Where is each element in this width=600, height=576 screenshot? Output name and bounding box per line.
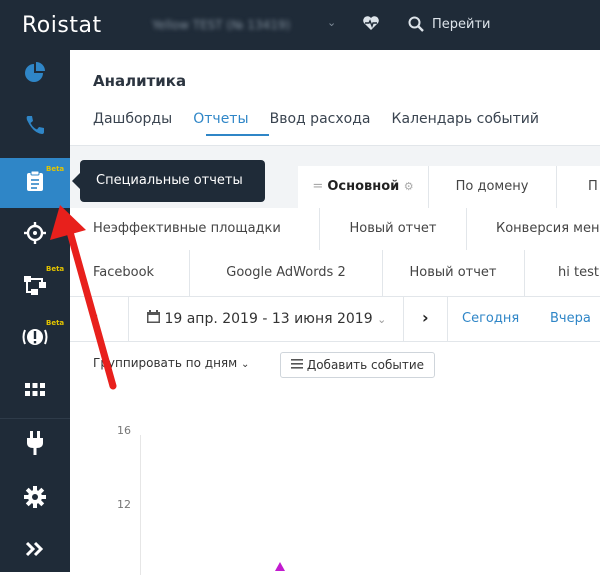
report-row: Facebook Google AdWords 2 Новый отчет hi… <box>70 250 600 297</box>
flow-icon <box>23 274 47 300</box>
sidebar-item-expand[interactable] <box>0 526 70 576</box>
add-event-button[interactable]: Добавить событие <box>280 352 436 378</box>
plug-icon <box>25 431 45 459</box>
search-icon[interactable] <box>408 16 424 36</box>
date-range-bar: ‹ 19 апр. 2019 - 13 июня 2019 ⌄ › Сегодн… <box>70 297 600 342</box>
sidebar-item-analytics[interactable] <box>0 50 70 100</box>
gear-icon <box>24 486 46 512</box>
report-tab-ineffective[interactable]: Неэффективные площадки <box>70 208 320 250</box>
grid-icon <box>25 382 45 401</box>
calendar-icon <box>147 310 164 327</box>
double-chevron-right-icon <box>25 541 45 561</box>
goto-link[interactable]: Перейти <box>432 17 491 32</box>
beta-badge: Beta <box>46 165 65 173</box>
crosshair-icon <box>24 222 46 248</box>
today-link[interactable]: Сегодня <box>462 311 519 326</box>
tab-event-calendar[interactable]: Календарь событий <box>392 111 539 127</box>
date-range-text: 19 апр. 2019 - 13 июня 2019 <box>164 311 373 327</box>
section-tabs: Дашборды Отчеты Ввод расхода Календарь с… <box>93 108 555 128</box>
date-range-picker[interactable]: 19 апр. 2019 - 13 июня 2019 ⌄ <box>147 310 386 327</box>
sidebar-item-special-reports[interactable]: Beta <box>0 158 70 208</box>
sidebar-item-apps[interactable] <box>0 366 70 416</box>
sidebar-item-calls[interactable] <box>0 102 70 152</box>
top-bar: Roistat Yellow TEST (№ 13419) ⌄ Перейти <box>0 0 600 50</box>
tab-cost-input[interactable]: Ввод расхода <box>270 111 371 127</box>
drag-handle-icon[interactable]: = <box>312 179 327 194</box>
tab-dashboards[interactable]: Дашборды <box>93 111 172 127</box>
sidebar-item-settings[interactable] <box>0 474 70 524</box>
list-icon <box>291 358 307 372</box>
sidebar-item-flow[interactable]: Beta <box>0 262 70 312</box>
divider <box>403 297 404 341</box>
sidebar-item-integrations[interactable] <box>0 420 70 470</box>
divider <box>128 297 129 341</box>
heartbeat-icon[interactable] <box>362 15 380 35</box>
report-tab-hi-test[interactable]: hi test <box>524 250 600 296</box>
clipboard-icon <box>26 170 44 196</box>
report-row: Неэффективные площадки Новый отчет Конве… <box>70 208 600 251</box>
y-tick-label: 16 <box>117 424 131 437</box>
report-tab-new[interactable]: Новый отчет <box>320 208 467 250</box>
phone-icon <box>24 114 46 140</box>
logo[interactable]: Roistat <box>22 13 102 38</box>
y-tick-label: 12 <box>117 498 131 511</box>
yesterday-link[interactable]: Вчера <box>550 311 591 326</box>
sidebar-divider <box>0 418 70 419</box>
report-tab-conversion[interactable]: Конверсия мен <box>466 208 600 250</box>
alert-icon <box>22 326 48 352</box>
chevron-down-icon[interactable]: ⌄ <box>327 16 336 29</box>
chevron-down-icon: ⌄ <box>241 359 250 370</box>
group-by-dropdown[interactable]: Группировать по дням ⌄ <box>93 356 249 370</box>
sidebar-tooltip: Специальные отчеты <box>72 160 265 202</box>
report-tab-more[interactable]: П <box>556 166 600 208</box>
main-content: Аналитика Дашборды Отчеты Ввод расхода К… <box>70 50 600 575</box>
report-tab-main[interactable]: = Основной ⚙ <box>298 166 429 208</box>
report-tab-label: Основной <box>327 179 400 194</box>
report-tab-by-domain[interactable]: По домену <box>428 166 557 208</box>
beta-badge: Beta <box>46 265 65 273</box>
chart-data-point[interactable] <box>275 562 285 571</box>
chart-y-axis <box>140 435 141 575</box>
add-event-label: Добавить событие <box>306 358 425 372</box>
chevron-down-icon: ⌄ <box>377 313 387 326</box>
group-by-label: Группировать по дням <box>93 356 238 370</box>
pie-chart-icon <box>24 62 46 88</box>
chevron-left-icon[interactable]: ‹ <box>92 308 99 327</box>
gear-icon[interactable]: ⚙ <box>404 180 414 193</box>
sidebar: Beta Beta Beta <box>0 50 70 572</box>
report-tab-new-2[interactable]: Новый отчет <box>382 250 525 296</box>
sidebar-item-alerts[interactable]: Beta <box>0 314 70 364</box>
tab-reports[interactable]: Отчеты <box>193 111 248 127</box>
chevron-right-icon[interactable]: › <box>422 308 429 327</box>
active-tab-indicator <box>206 134 269 136</box>
project-selector[interactable]: Yellow TEST (№ 13419) <box>152 18 290 32</box>
divider <box>447 297 448 341</box>
page-title: Аналитика <box>93 72 187 90</box>
sidebar-item-targeting[interactable] <box>0 210 70 260</box>
beta-badge: Beta <box>46 319 65 327</box>
report-tab-google-adwords[interactable]: Google AdWords 2 <box>190 250 383 296</box>
report-tab-facebook[interactable]: Facebook <box>70 250 190 296</box>
